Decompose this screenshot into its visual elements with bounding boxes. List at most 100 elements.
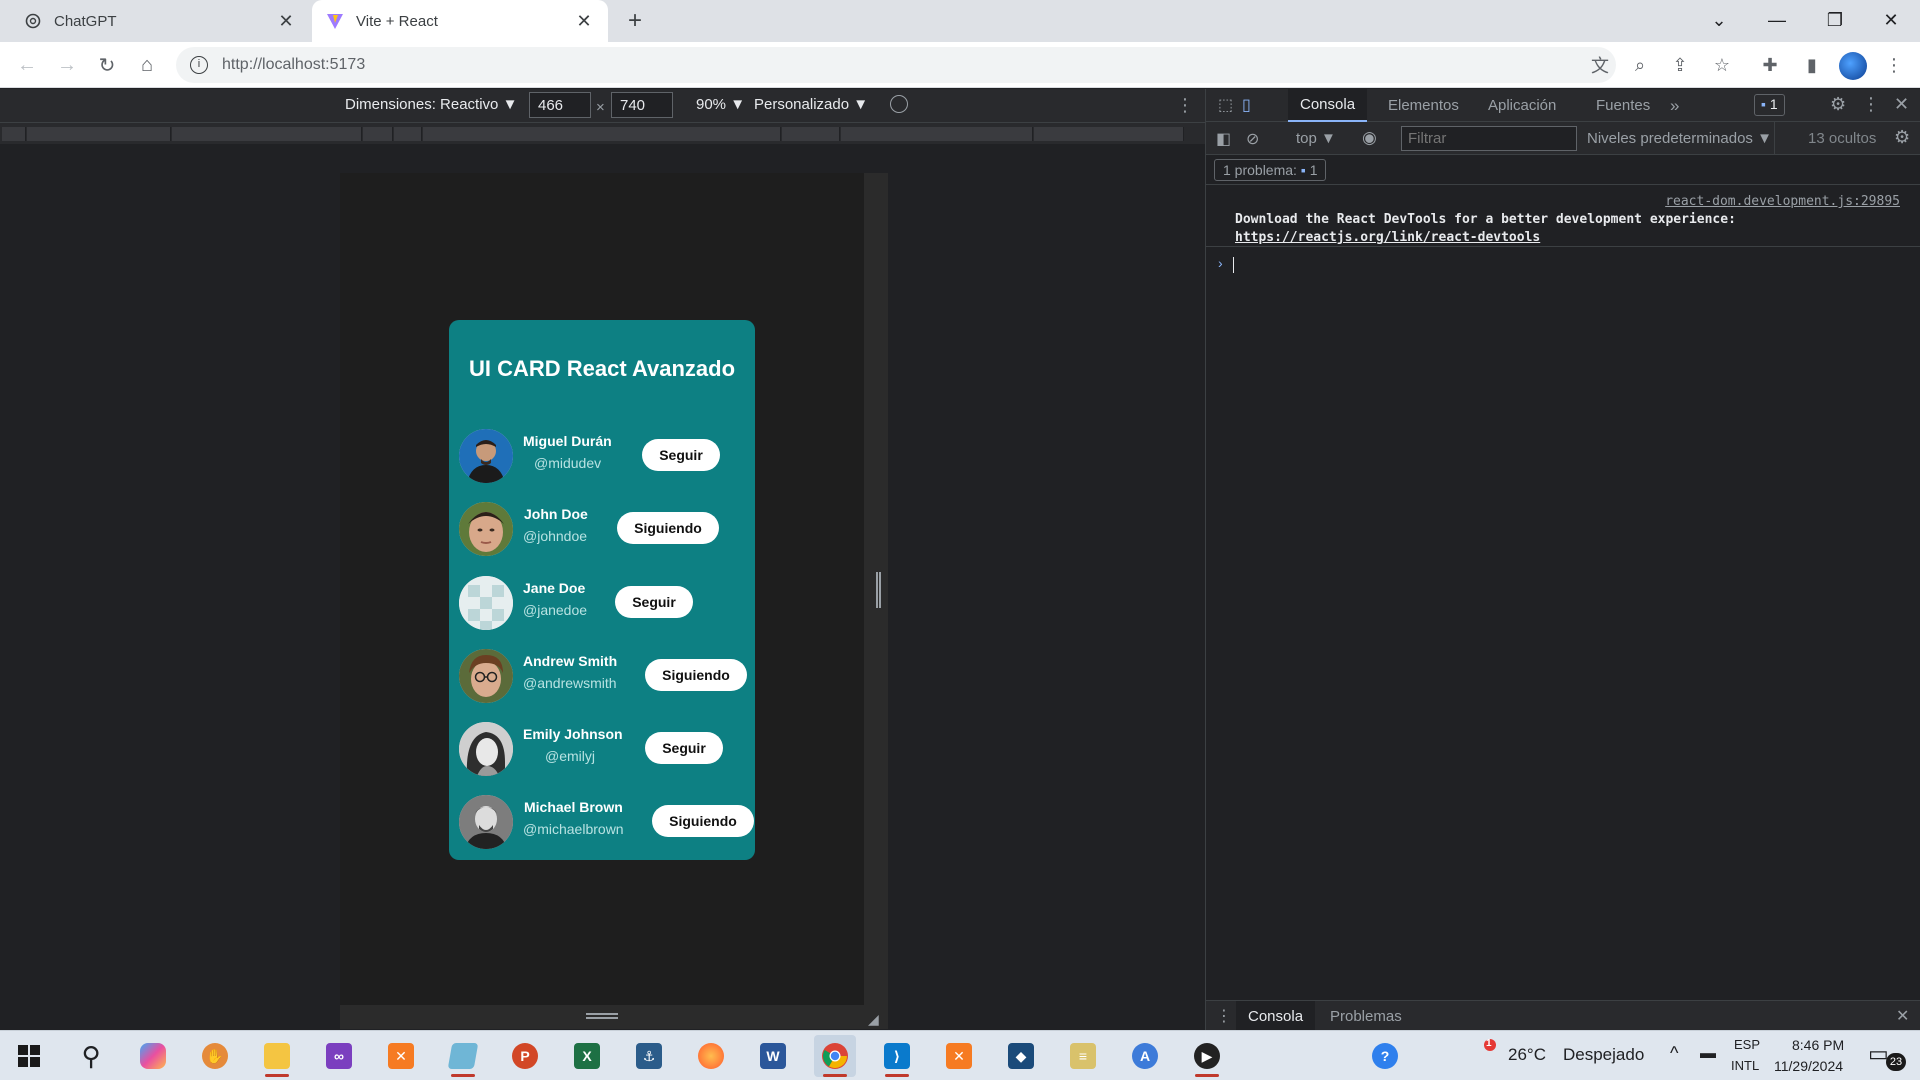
clock-time[interactable]: 8:46 PM xyxy=(1792,1037,1844,1053)
user-name: John Doe xyxy=(524,506,588,522)
tab-chatgpt[interactable]: ChatGPT ✕ xyxy=(10,0,310,42)
width-input[interactable] xyxy=(529,92,591,118)
message-source-link[interactable]: react-dom.development.js:29895 xyxy=(1665,194,1900,209)
drawer-tab-problemas[interactable]: Problemas xyxy=(1318,1001,1414,1031)
tab-elementos[interactable]: Elementos xyxy=(1376,89,1471,122)
inspect-element-icon[interactable]: ⬚ xyxy=(1218,95,1233,115)
media-player-icon[interactable]: ▶ xyxy=(1186,1035,1228,1077)
xampp-control-icon[interactable]: ✕ xyxy=(938,1035,980,1077)
console-input-caret[interactable] xyxy=(1233,257,1234,273)
notepad-icon[interactable] xyxy=(442,1035,484,1077)
resize-handle-icon[interactable] xyxy=(876,572,881,608)
battery-icon[interactable]: ▬ xyxy=(1700,1045,1716,1063)
keyboard-layout[interactable]: INTL xyxy=(1731,1058,1759,1073)
firefox-icon[interactable] xyxy=(690,1035,732,1077)
address-bar[interactable]: i http://localhost:5173 xyxy=(176,47,1616,83)
reload-button[interactable]: ↻ xyxy=(90,48,124,82)
translate-icon[interactable]: 文 xyxy=(1584,49,1616,81)
clear-console-icon[interactable]: ⊘ xyxy=(1246,129,1259,149)
archive-icon[interactable]: ≡ xyxy=(1062,1035,1104,1077)
bookmark-star-icon[interactable]: ☆ xyxy=(1706,49,1738,81)
visual-studio-icon[interactable]: ∞ xyxy=(318,1035,360,1077)
home-button[interactable]: ⌂ xyxy=(130,48,164,82)
copilot-icon[interactable] xyxy=(132,1035,174,1077)
eye-icon[interactable]: ◉ xyxy=(1362,128,1377,148)
issues-badge[interactable]: ▪ 1 xyxy=(1754,94,1785,116)
share-icon[interactable]: ⇪ xyxy=(1664,49,1696,81)
device-toggle-icon[interactable]: ▯ xyxy=(1242,95,1251,115)
menu-kebab-icon[interactable]: ⋮ xyxy=(1878,49,1910,81)
new-tab-button[interactable]: + xyxy=(620,6,650,36)
mysql-workbench-icon[interactable]: ⚓ xyxy=(628,1035,670,1077)
zoom-dropdown[interactable]: 90% ▼ xyxy=(696,96,745,113)
drawer-menu-icon[interactable]: ⋮ xyxy=(1216,1006,1232,1026)
vite-icon xyxy=(326,12,344,30)
tab-title: ChatGPT xyxy=(54,12,117,30)
virtualbox-icon[interactable]: ◆ xyxy=(1000,1035,1042,1077)
profile-avatar[interactable] xyxy=(1839,52,1867,80)
drawer-tab-consola[interactable]: Consola xyxy=(1236,1001,1316,1031)
tab-fuentes[interactable]: Fuentes xyxy=(1584,89,1662,122)
following-button[interactable]: Siguiendo xyxy=(617,512,719,544)
app-a-icon[interactable]: A xyxy=(1124,1035,1166,1077)
viewport-bottom-handle[interactable]: ◢ xyxy=(340,1005,888,1029)
follow-button[interactable]: Seguir xyxy=(642,439,720,471)
xampp-icon[interactable]: ✕ xyxy=(380,1035,422,1077)
tab-vite-react[interactable]: Vite + React ✕ xyxy=(312,0,608,42)
height-input[interactable] xyxy=(611,92,673,118)
console-filter-input[interactable] xyxy=(1401,126,1577,151)
close-drawer-icon[interactable]: ✕ xyxy=(1896,1006,1909,1026)
file-explorer-icon[interactable] xyxy=(256,1035,298,1077)
bottom-resize-grip-icon[interactable] xyxy=(586,1013,618,1019)
close-window-button[interactable]: ✕ xyxy=(1862,0,1920,40)
language-code[interactable]: ESP xyxy=(1734,1037,1760,1052)
sidebar-toggle-icon[interactable]: ◧ xyxy=(1216,129,1231,149)
following-button[interactable]: Siguiendo xyxy=(645,659,747,691)
forward-button[interactable]: → xyxy=(50,48,84,82)
rotate-icon[interactable] xyxy=(890,95,908,113)
follow-button[interactable]: Seguir xyxy=(645,732,723,764)
restore-button[interactable]: ❐ xyxy=(1806,0,1864,40)
close-tab-icon[interactable]: ✕ xyxy=(276,11,296,32)
context-selector[interactable]: top ▼ xyxy=(1296,130,1336,147)
search-icon[interactable]: ⚲ xyxy=(70,1035,112,1077)
dimensions-dropdown[interactable]: Dimensiones: Reactivo ▼ xyxy=(345,96,517,113)
powerpoint-icon[interactable]: P xyxy=(504,1035,546,1077)
notifications-icon[interactable]: ▭ 23 xyxy=(1868,1041,1908,1073)
help-icon[interactable]: ? xyxy=(1364,1035,1406,1077)
devtools-menu-icon[interactable]: ⋮ xyxy=(1862,94,1880,115)
word-icon[interactable]: W xyxy=(752,1035,794,1077)
tab-aplicacion[interactable]: Aplicación xyxy=(1476,89,1568,122)
back-button[interactable]: ← xyxy=(10,48,44,82)
chrome-icon[interactable] xyxy=(814,1035,856,1077)
side-panel-icon[interactable]: ▮ xyxy=(1796,49,1828,81)
site-info-icon[interactable]: i xyxy=(190,56,208,74)
console-settings-gear-icon[interactable]: ⚙ xyxy=(1894,127,1910,148)
media-query-ruler[interactable] xyxy=(0,122,1205,144)
corner-resize-icon[interactable]: ◢ xyxy=(868,1011,879,1028)
zoom-icon[interactable]: ⌕ xyxy=(1624,49,1656,81)
extensions-icon[interactable]: ✚ xyxy=(1754,49,1786,81)
tray-chevron-icon[interactable]: ^ xyxy=(1670,1043,1678,1064)
minimize-button[interactable]: — xyxy=(1748,0,1806,40)
device-menu-icon[interactable]: ⋮ xyxy=(1176,95,1194,116)
follow-button[interactable]: Seguir xyxy=(615,586,693,618)
more-tabs-icon[interactable]: » xyxy=(1658,89,1691,122)
log-levels-dropdown[interactable]: Niveles predeterminados ▼ xyxy=(1587,130,1772,147)
start-windows-icon[interactable] xyxy=(8,1035,50,1077)
hand-app-icon[interactable]: ✋ xyxy=(194,1035,236,1077)
clock-date[interactable]: 11/29/2024 xyxy=(1774,1058,1843,1074)
tab-search-icon[interactable]: ⌄ xyxy=(1690,0,1748,40)
following-button[interactable]: Siguiendo xyxy=(652,805,754,837)
close-tab-icon[interactable]: ✕ xyxy=(574,11,594,32)
close-devtools-icon[interactable]: ✕ xyxy=(1894,94,1909,115)
vscode-icon[interactable]: ⟩ xyxy=(876,1035,918,1077)
tab-consola[interactable]: Consola xyxy=(1288,89,1368,122)
issues-chip[interactable]: 1 problema: ▪ 1 xyxy=(1214,159,1327,181)
device-toolbar: Dimensiones: Reactivo ▼ × 90% ▼ Personal… xyxy=(0,89,1205,122)
excel-icon[interactable]: X xyxy=(566,1035,608,1077)
settings-gear-icon[interactable]: ⚙ xyxy=(1830,94,1846,115)
devtools-link[interactable]: https://reactjs.org/link/react-devtools xyxy=(1235,230,1540,245)
throttle-dropdown[interactable]: Personalizado ▼ xyxy=(754,96,868,113)
weather-widget-icon[interactable]: 1 xyxy=(1462,1037,1498,1073)
